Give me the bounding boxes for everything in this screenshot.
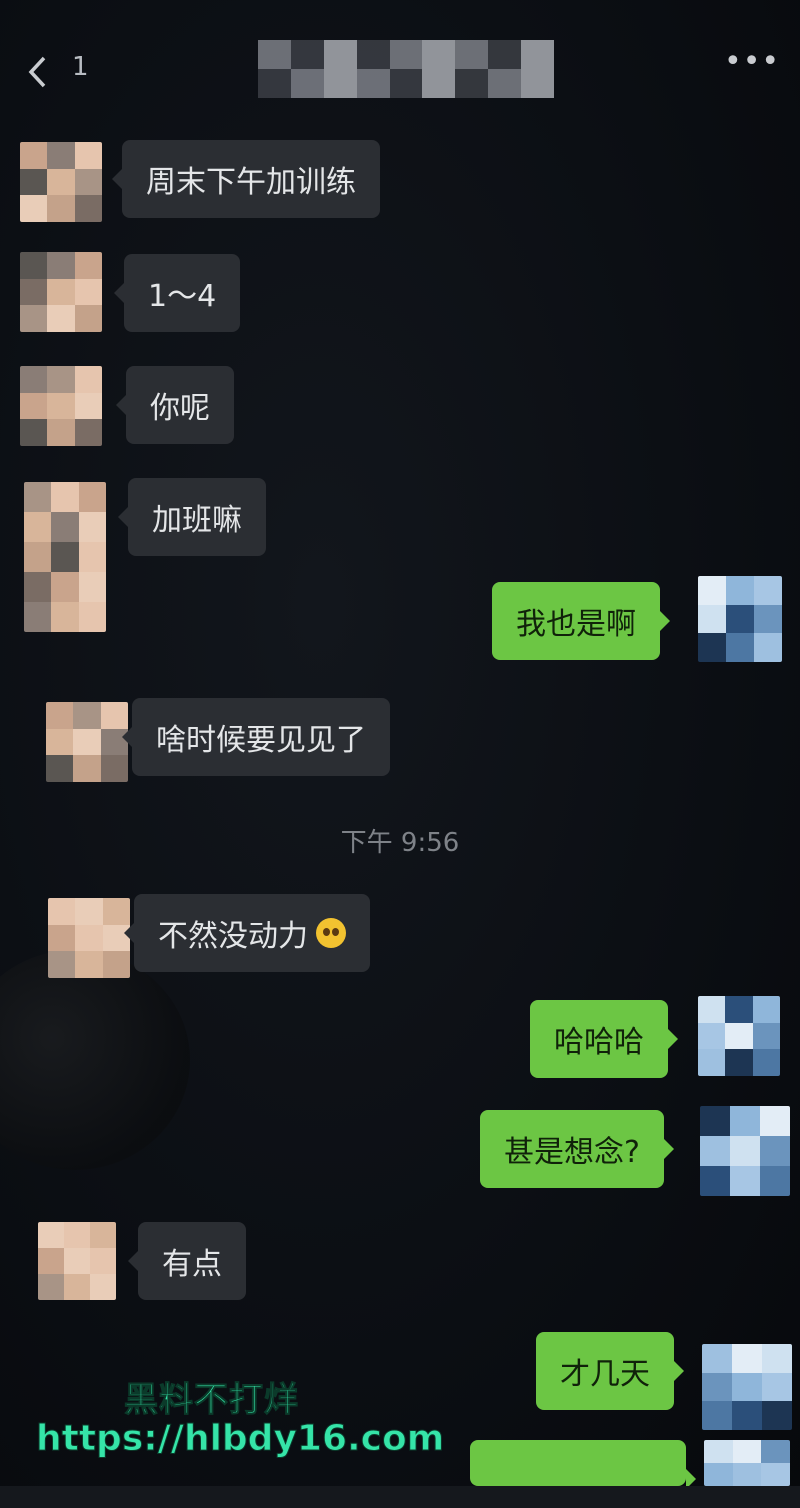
watermark-url: https://hlbdy16.com <box>35 1418 445 1460</box>
message-bubble-incoming[interactable]: 加班嘛 <box>118 478 266 556</box>
contact-avatar[interactable] <box>48 898 130 978</box>
message-timestamp: 下午 9:56 <box>340 828 460 858</box>
top-bar: 1 ••• <box>0 0 800 120</box>
my-avatar[interactable] <box>698 996 780 1076</box>
message-bubble-incoming[interactable]: 啥时候要见见了 <box>122 698 390 776</box>
message-bubble-outgoing-partial[interactable] <box>470 1440 696 1489</box>
message-bubble-incoming[interactable]: 周末下午加训练 <box>112 140 380 218</box>
finger-shadow <box>0 950 190 1170</box>
contact-avatar[interactable] <box>38 1222 116 1300</box>
bottom-input-bar[interactable] <box>0 1486 800 1508</box>
message-text: 不然没动力 <box>158 919 308 954</box>
message-bubble-outgoing[interactable]: 才几天 <box>536 1332 684 1410</box>
watermark-title: 黑料不打烊 <box>124 1380 299 1421</box>
my-avatar[interactable] <box>700 1106 790 1196</box>
message-bubble-outgoing[interactable]: 甚是想念? <box>480 1110 674 1188</box>
message-bubble-incoming[interactable]: 你呢 <box>116 366 234 444</box>
my-avatar[interactable] <box>702 1344 792 1430</box>
chat-screen: 1 ••• 周末下午加训练 1～4 你呢 加班嘛 我也是啊 啥时候要见见了 下午… <box>0 0 800 1508</box>
message-bubble-incoming[interactable]: 1～4 <box>113 254 241 332</box>
contact-avatar[interactable] <box>46 702 128 782</box>
contact-avatar[interactable] <box>20 252 102 332</box>
contact-avatar[interactable] <box>20 142 102 222</box>
message-bubble-incoming[interactable]: 不然没动力 <box>124 894 370 972</box>
contact-avatar[interactable] <box>24 482 106 632</box>
unread-count: 1 <box>72 52 89 82</box>
more-dots-icon[interactable]: ••• <box>724 44 780 79</box>
contact-avatar[interactable] <box>20 366 102 446</box>
chevron-left-icon[interactable] <box>26 55 50 89</box>
pleading-face-icon <box>316 918 346 948</box>
my-avatar[interactable] <box>698 576 782 662</box>
message-bubble-outgoing[interactable]: 我也是啊 <box>492 582 670 660</box>
message-bubble-incoming[interactable]: 有点 <box>128 1222 246 1300</box>
contact-name-pixelated <box>258 40 554 98</box>
message-bubble-outgoing[interactable]: 哈哈哈 <box>530 1000 678 1078</box>
my-avatar[interactable] <box>704 1440 790 1486</box>
